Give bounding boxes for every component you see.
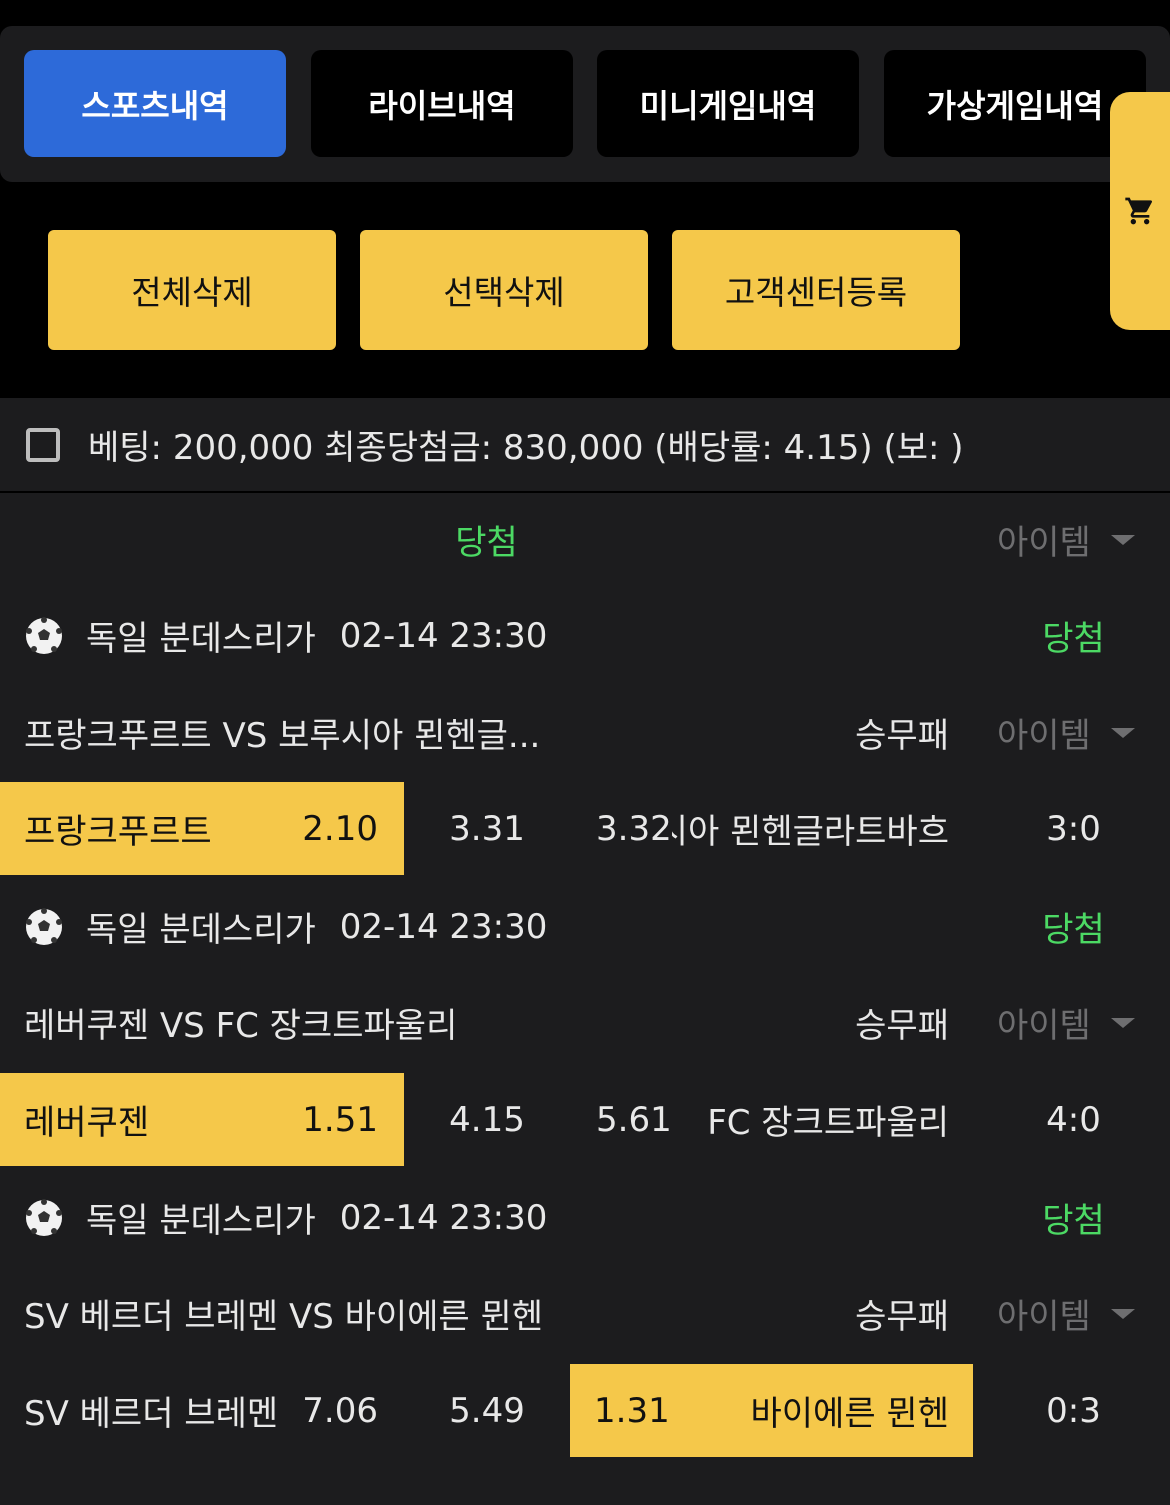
away-team: 보루시아 묀헨글라트바흐 xyxy=(671,812,949,852)
bet-status: 당첨 xyxy=(0,493,973,586)
game-3-matchup-row: SV 베르더 브레멘 VS 바이에른 뮌헨 승무패 아이템 xyxy=(0,1267,1170,1360)
tab-sports-history[interactable]: 스포츠내역 xyxy=(24,50,286,157)
home-odds-option[interactable]: SV 베르더 브레멘 7.06 xyxy=(0,1364,404,1457)
away-odds: 1.31 xyxy=(594,1390,670,1431)
home-odds-option[interactable]: 프랑크푸르트 2.10 xyxy=(0,782,404,875)
game-3-league-row: 독일 분데스리가 02-14 23:30 당첨 xyxy=(0,1171,1170,1264)
bet-status-row: 당첨 아이템 xyxy=(0,493,1170,586)
matchup-teams: 프랑크푸르트 VS 보루시아 묀헨글... xyxy=(24,716,541,756)
register-support-button[interactable]: 고객센터등록 xyxy=(672,230,960,350)
draw-odds: 5.49 xyxy=(449,1390,525,1431)
chevron-down-icon xyxy=(1110,1017,1135,1028)
match-status: 당첨 xyxy=(977,589,1170,682)
game-1-matchup-row: 프랑크푸르트 VS 보루시아 묀헨글... 승무패 아이템 xyxy=(0,686,1170,779)
bottom-divider xyxy=(0,1490,1170,1505)
bet-type: 승무패 xyxy=(855,1297,949,1337)
match-score: 3:0 xyxy=(977,782,1170,875)
home-team: 레버쿠젠 xyxy=(24,1103,150,1143)
match-time: 02-14 23:30 xyxy=(339,906,548,947)
item-dropdown-label: 아이템 xyxy=(997,1006,1091,1046)
cart-icon xyxy=(1125,197,1153,225)
item-dropdown[interactable]: 아이템 xyxy=(977,976,1170,1069)
league-name: 독일 분데스리가 xyxy=(86,619,316,659)
match-time: 02-14 23:30 xyxy=(339,1197,548,1238)
away-odds-option[interactable]: 5.61 FC 장크트파울리 xyxy=(570,1073,973,1166)
history-tab-bar: 스포츠내역 라이브내역 미니게임내역 가상게임내역 xyxy=(0,26,1170,182)
home-odds-option[interactable]: 레버쿠젠 1.51 xyxy=(0,1073,404,1166)
away-team: FC 장크트파울리 xyxy=(707,1103,949,1143)
game-1-league-row: 독일 분데스리가 02-14 23:30 당첨 xyxy=(0,589,1170,682)
away-odds-option[interactable]: 3.32 보루시아 묀헨글라트바흐 xyxy=(570,782,973,875)
league-info: 독일 분데스리가 02-14 23:30 xyxy=(0,1171,973,1264)
home-team: 프랑크푸르트 xyxy=(24,812,212,852)
bet-type: 승무패 xyxy=(855,1006,949,1046)
tab-live-history[interactable]: 라이브내역 xyxy=(311,50,573,157)
game-3-odds-row: SV 베르더 브레멘 7.06 5.49 1.31 바이에른 뮌헨 0:3 xyxy=(0,1364,1170,1457)
away-odds: 3.32 xyxy=(596,808,672,849)
away-odds: 5.61 xyxy=(596,1099,672,1140)
draw-odds-option[interactable]: 3.31 xyxy=(404,782,570,875)
bet-summary-text: 베팅: 200,000 최종당첨금: 830,000 (배당률: 4.15) (… xyxy=(88,428,964,468)
delete-selected-button[interactable]: 선택삭제 xyxy=(360,230,648,350)
home-odds: 1.51 xyxy=(302,1099,378,1140)
match-status: 당첨 xyxy=(977,880,1170,973)
chevron-down-icon xyxy=(1110,534,1135,545)
tab-virtual-game-history[interactable]: 가상게임내역 xyxy=(884,50,1146,157)
game-1-odds-row: 프랑크푸르트 2.10 3.31 3.32 보루시아 묀헨글라트바흐 3:0 xyxy=(0,782,1170,875)
matchup: 레버쿠젠 VS FC 장크트파울리 승무패 xyxy=(0,976,973,1069)
matchup-teams: SV 베르더 브레멘 VS 바이에른 뮌헨 xyxy=(24,1297,544,1337)
draw-odds: 3.31 xyxy=(449,808,525,849)
draw-odds-option[interactable]: 5.49 xyxy=(404,1364,570,1457)
soccer-ball-icon xyxy=(26,1198,62,1236)
item-dropdown-label: 아이템 xyxy=(997,523,1091,563)
league-info: 독일 분데스리가 02-14 23:30 xyxy=(0,589,973,682)
item-dropdown[interactable]: 아이템 xyxy=(977,1267,1170,1360)
item-dropdown[interactable]: 아이템 xyxy=(977,493,1170,586)
home-odds: 7.06 xyxy=(302,1390,378,1431)
league-info: 독일 분데스리가 02-14 23:30 xyxy=(0,880,973,973)
item-dropdown[interactable]: 아이템 xyxy=(977,686,1170,779)
away-team: 바이에른 뮌헨 xyxy=(750,1394,950,1434)
matchup: 프랑크푸르트 VS 보루시아 묀헨글... 승무패 xyxy=(0,686,973,779)
bet-type: 승무패 xyxy=(855,716,949,756)
league-name: 독일 분데스리가 xyxy=(86,1201,316,1241)
match-status: 당첨 xyxy=(977,1171,1170,1264)
match-score: 4:0 xyxy=(977,1073,1170,1166)
tab-minigame-history[interactable]: 미니게임내역 xyxy=(597,50,859,157)
soccer-ball-icon xyxy=(26,616,62,654)
match-score: 0:3 xyxy=(977,1364,1170,1457)
matchup: SV 베르더 브레멘 VS 바이에른 뮌헨 승무패 xyxy=(0,1267,973,1360)
matchup-teams: 레버쿠젠 VS FC 장크트파울리 xyxy=(24,1006,458,1046)
home-odds: 2.10 xyxy=(302,808,378,849)
chevron-down-icon xyxy=(1110,727,1135,738)
game-2-league-row: 독일 분데스리가 02-14 23:30 당첨 xyxy=(0,880,1170,973)
draw-odds: 4.15 xyxy=(449,1099,525,1140)
chevron-down-icon xyxy=(1110,1308,1135,1319)
away-odds-option[interactable]: 1.31 바이에른 뮌헨 xyxy=(570,1364,973,1457)
select-checkbox[interactable] xyxy=(26,427,60,462)
draw-odds-option[interactable]: 4.15 xyxy=(404,1073,570,1166)
soccer-ball-icon xyxy=(26,907,62,945)
delete-all-button[interactable]: 전체삭제 xyxy=(48,230,336,350)
game-2-odds-row: 레버쿠젠 1.51 4.15 5.61 FC 장크트파울리 4:0 xyxy=(0,1073,1170,1166)
item-dropdown-label: 아이템 xyxy=(997,1297,1091,1337)
match-time: 02-14 23:30 xyxy=(339,615,548,656)
bet-summary: 베팅: 200,000 최종당첨금: 830,000 (배당률: 4.15) (… xyxy=(0,398,1170,493)
cart-button[interactable] xyxy=(1110,92,1170,330)
league-name: 독일 분데스리가 xyxy=(86,910,316,950)
home-team: SV 베르더 브레멘 xyxy=(24,1394,279,1434)
item-dropdown-label: 아이템 xyxy=(997,716,1091,756)
game-2-matchup-row: 레버쿠젠 VS FC 장크트파울리 승무패 아이템 xyxy=(0,976,1170,1069)
